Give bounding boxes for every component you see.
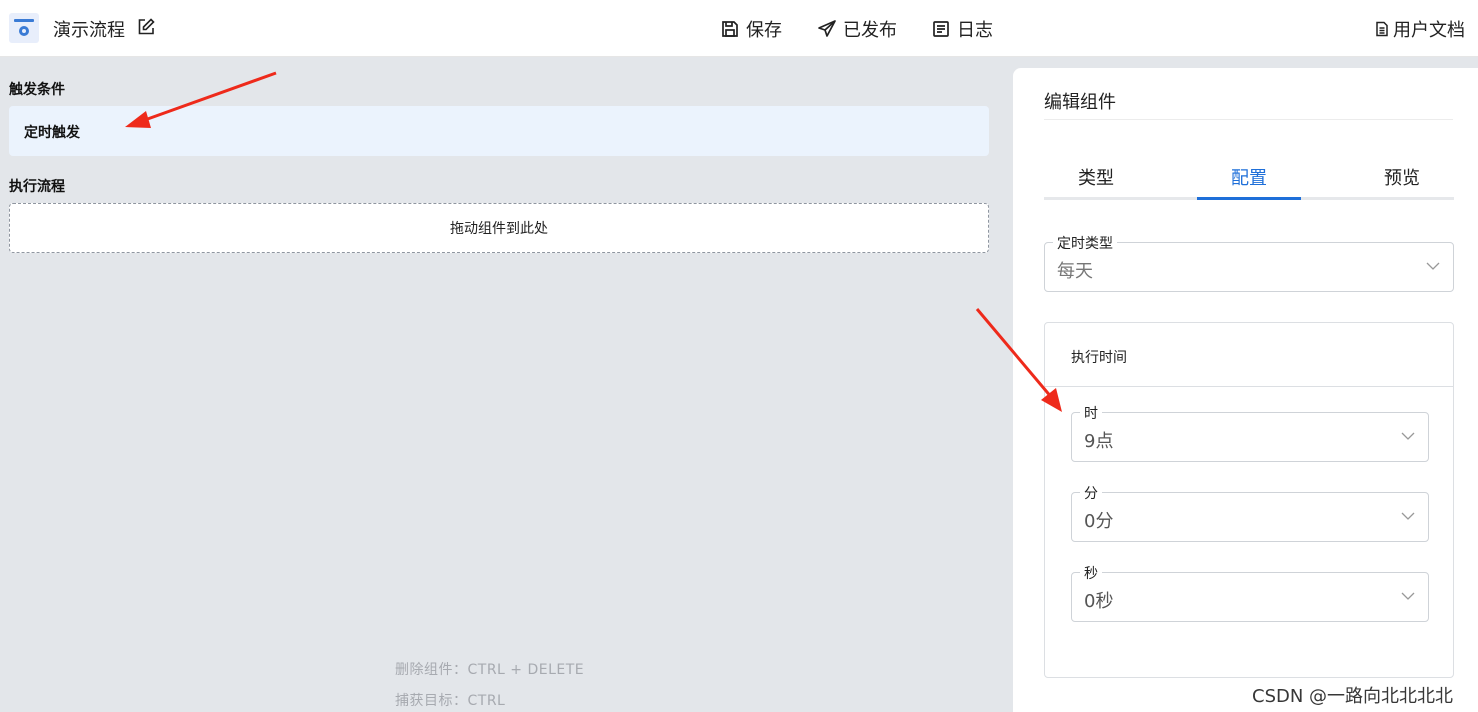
active-tab-indicator — [1197, 197, 1301, 200]
execution-time-title: 执行时间 — [1071, 350, 1127, 366]
minute-value: 0分 — [1084, 511, 1114, 532]
execution-time-card: 执行时间 时 9点 分 0分 秒 0秒 — [1044, 322, 1454, 678]
flow-title: 演示流程 — [53, 20, 125, 41]
timer-type-label: 定时类型 — [1053, 233, 1117, 253]
save-label: 保存 — [746, 20, 782, 41]
chevron-down-icon — [1426, 262, 1440, 270]
chevron-down-icon — [1401, 512, 1415, 520]
panel-divider — [1044, 119, 1453, 120]
second-label: 秒 — [1080, 563, 1102, 583]
second-value: 0秒 — [1084, 591, 1114, 612]
save-icon — [722, 21, 738, 37]
drop-zone-text: 拖动组件到此处 — [450, 221, 548, 237]
hour-value: 9点 — [1084, 431, 1114, 452]
hour-select[interactable]: 时 9点 — [1071, 403, 1429, 462]
minute-label: 分 — [1080, 483, 1102, 503]
top-header: 演示流程 保存 已发布 日志 用户文档 — [0, 0, 1478, 57]
log-label: 日志 — [957, 20, 993, 41]
send-icon — [818, 20, 836, 37]
timer-type-select[interactable]: 定时类型 每天 — [1044, 233, 1454, 292]
save-button[interactable]: 保存 — [720, 16, 782, 42]
trigger-section-label: 触发条件 — [9, 82, 65, 98]
workflow-app-icon — [9, 13, 39, 43]
document-icon — [1376, 21, 1388, 37]
second-select[interactable]: 秒 0秒 — [1071, 563, 1429, 622]
publish-label: 已发布 — [843, 20, 897, 41]
tab-type[interactable]: 类型 — [1044, 164, 1148, 190]
hour-label: 时 — [1080, 403, 1102, 423]
user-docs-link[interactable]: 用户文档 — [1374, 16, 1465, 42]
log-icon — [933, 21, 949, 37]
panel-title: 编辑组件 — [1044, 92, 1116, 113]
chevron-down-icon — [1401, 432, 1415, 440]
tab-config[interactable]: 配置 — [1197, 164, 1301, 190]
log-button[interactable]: 日志 — [931, 16, 993, 42]
edit-component-panel: 编辑组件 类型 配置 预览 定时类型 每天 执行时间 时 9点 分 0分 秒 0… — [1013, 68, 1478, 712]
capture-shortcut-hint: 捕获目标：CTRL — [395, 693, 506, 709]
delete-shortcut-hint: 删除组件：CTRL + DELETE — [395, 662, 585, 678]
component-drop-zone[interactable]: 拖动组件到此处 — [9, 203, 989, 253]
panel-tabs: 类型 配置 预览 — [1044, 158, 1454, 200]
trigger-item-card[interactable]: 定时触发 — [9, 106, 989, 156]
trigger-item-label: 定时触发 — [24, 125, 80, 141]
chevron-down-icon — [1401, 592, 1415, 600]
publish-button[interactable]: 已发布 — [817, 16, 897, 42]
tab-preview[interactable]: 预览 — [1350, 164, 1454, 190]
execution-time-divider — [1045, 386, 1453, 387]
csdn-watermark: CSDN @一路向北北北北 — [1252, 686, 1454, 707]
flow-section-label: 执行流程 — [9, 179, 65, 195]
minute-select[interactable]: 分 0分 — [1071, 483, 1429, 542]
edit-icon[interactable] — [136, 17, 156, 37]
user-docs-label: 用户文档 — [1393, 20, 1465, 41]
timer-type-value: 每天 — [1057, 261, 1093, 282]
